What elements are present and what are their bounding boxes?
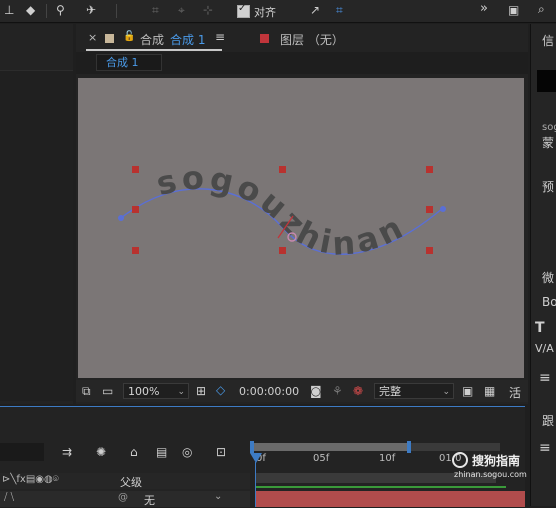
comp-breadcrumb-bar: 合成 1 bbox=[76, 52, 528, 74]
kerning-icon[interactable]: V/A bbox=[535, 342, 554, 355]
bbox-handle-bc bbox=[279, 247, 286, 254]
timeline-search-input[interactable] bbox=[0, 443, 44, 461]
layer-switch-icons[interactable]: ⧸ ⧹ bbox=[4, 492, 14, 503]
align-checkbox[interactable] bbox=[237, 3, 250, 18]
local-axis-icon[interactable]: ⌖ bbox=[178, 4, 185, 16]
zoom-value: 100% bbox=[128, 385, 160, 398]
composition-panel: × 🔓 合成 合成 1 ≡ 图层 （无） 合成 1 sogouzhinan ⧉ … bbox=[76, 24, 528, 404]
chevron-down-icon[interactable]: ⌄ bbox=[214, 491, 222, 502]
frame-blending-icon[interactable]: ▤ bbox=[156, 446, 167, 458]
timeline-panel: ⇉ ✺ ⌂ ▤ ◎ ⊡ 0f 05f 10f 01:0 ⊳╲fx▤◉◍⌾ 父级 … bbox=[0, 406, 525, 507]
project-panel bbox=[0, 24, 73, 404]
watermark-url: zhinan.sogou.com bbox=[454, 470, 527, 479]
bbox-handle-ml bbox=[132, 206, 139, 213]
grid-icon[interactable]: ⊞ bbox=[196, 385, 206, 397]
puppet-pin-icon[interactable]: ✈ bbox=[86, 4, 96, 16]
world-axis-icon[interactable]: ⊹ bbox=[203, 4, 213, 16]
tick-label: 05f bbox=[313, 453, 330, 464]
layer-column-header: ⊳╲fx▤◉◍⌾ 父级 bbox=[0, 473, 250, 489]
bbox-handle-tr bbox=[426, 166, 433, 173]
timecode[interactable]: 0:00:00:00 bbox=[239, 385, 299, 398]
composition-viewer[interactable]: sogouzhinan bbox=[78, 78, 524, 378]
snapshot-icon[interactable]: ◙ bbox=[310, 385, 322, 397]
project-list bbox=[0, 70, 73, 401]
comp-mini-flowchart-icon[interactable]: ⇉ bbox=[62, 446, 72, 458]
cache-indicator bbox=[256, 486, 506, 488]
region-of-interest-icon[interactable]: ▣ bbox=[462, 385, 473, 397]
watermark-brand: 搜狗指南 bbox=[472, 454, 521, 468]
tab-comp-1[interactable]: 合成 1 bbox=[170, 31, 205, 48]
bbox-handle-bl bbox=[132, 247, 139, 254]
show-snapshot-icon[interactable]: ⚘ bbox=[332, 385, 343, 397]
transparency-grid-icon[interactable]: ▦ bbox=[484, 385, 495, 397]
chevron-down-icon: ⌄ bbox=[442, 387, 450, 397]
align-label: 对齐 bbox=[254, 6, 276, 19]
sogou-label: sog bbox=[542, 122, 556, 133]
layer-duration-bar[interactable] bbox=[256, 491, 525, 507]
zoom-dropdown[interactable]: 100% ⌄ bbox=[123, 383, 189, 399]
mask-visibility-icon[interactable]: ◇ bbox=[216, 384, 225, 396]
bbox-handle-br bbox=[426, 247, 433, 254]
color-channel-icon[interactable]: ❁ bbox=[353, 385, 363, 397]
bbox-handle-mr bbox=[426, 206, 433, 213]
lock-icon[interactable]: 🔓 bbox=[123, 31, 135, 42]
viewer-canvas: sogouzhinan bbox=[118, 158, 446, 263]
layer-color-swatch bbox=[260, 34, 269, 43]
shy-layers-icon[interactable]: ⌂ bbox=[130, 446, 138, 458]
tracker-panel-label[interactable]: 跟 bbox=[542, 412, 554, 429]
layer-row[interactable]: ⧸ ⧹ @ 无 ⌄ bbox=[0, 491, 250, 507]
monitor-icon[interactable]: ▭ bbox=[102, 385, 113, 397]
tab-prefix: 合成 bbox=[140, 33, 165, 47]
comp-color-swatch bbox=[105, 34, 114, 43]
path-vertex-start bbox=[118, 215, 124, 221]
panel-menu-icon[interactable]: ≡ bbox=[539, 370, 551, 386]
tick-label: 10f bbox=[379, 453, 396, 464]
font-label: 蒙 bbox=[542, 136, 555, 150]
micro-label[interactable]: 微 bbox=[542, 269, 554, 286]
motion-blur-icon[interactable]: ◎ bbox=[182, 446, 192, 458]
preview-panel-label[interactable]: 预 bbox=[542, 178, 554, 195]
roto-brush-icon[interactable]: ⚲ bbox=[56, 4, 65, 16]
tab-menu-icon[interactable]: ≡ bbox=[215, 30, 225, 44]
bbox-handle-tl bbox=[132, 166, 139, 173]
workspace-icon[interactable]: ▣ bbox=[508, 4, 519, 16]
search-help-icon[interactable]: ⌕ bbox=[538, 3, 545, 15]
top-toolbar: ⊥ ◆ ⚲ ✈ ⌗ ⌖ ⊹ 对齐 ↗ ⌗ » ▣ ⌕ bbox=[0, 0, 556, 23]
bbox-handle-tc bbox=[279, 166, 286, 173]
eraser-tool-icon[interactable]: ◆ bbox=[26, 4, 35, 16]
always-preview-icon[interactable]: ⧉ bbox=[82, 385, 91, 397]
color-swatch bbox=[537, 70, 556, 92]
panel-menu-icon-2[interactable]: ≡ bbox=[539, 440, 551, 456]
switches-icons: ⊳╲fx▤◉◍⌾ bbox=[2, 474, 59, 485]
quality-value: 完整 bbox=[379, 385, 401, 398]
stamp-tool-icon[interactable]: ⊥ bbox=[4, 4, 14, 16]
right-panel: 信 sog 蒙 预 微 Bo T V/A ≡ 跟 ≡ bbox=[530, 24, 556, 506]
axis-tool-icon[interactable]: ⌗ bbox=[152, 4, 159, 16]
expand-icon[interactable]: » bbox=[480, 2, 488, 15]
close-tab-icon[interactable]: × bbox=[88, 31, 97, 44]
active-camera-label[interactable]: 活 bbox=[509, 384, 521, 401]
comp-tab-bar: × 🔓 合成 合成 1 ≡ 图层 （无） bbox=[76, 24, 528, 52]
sogou-logo-icon bbox=[452, 452, 468, 468]
layer-panel-tab[interactable]: 图层 （无） bbox=[280, 31, 344, 48]
info-panel-label[interactable]: 信 bbox=[542, 32, 554, 49]
quality-dropdown[interactable]: 完整 ⌄ bbox=[374, 383, 454, 399]
pickwhip-icon[interactable]: @ bbox=[118, 492, 128, 503]
path-vertex-end bbox=[440, 206, 446, 212]
watermark: 搜狗指南 zhinan.sogou.com bbox=[452, 450, 532, 484]
chevron-down-icon: ⌄ bbox=[177, 387, 185, 397]
draft-3d-icon[interactable]: ✺ bbox=[96, 446, 106, 458]
snap-icon[interactable]: ↗ bbox=[310, 4, 320, 16]
viewer-controls: ⧉ ▭ 100% ⌄ ⊞ ◇ 0:00:00:00 ◙ ⚘ ❁ 完整 ⌄ ▣ ▦ 活 bbox=[76, 380, 528, 402]
graph-editor-icon[interactable]: ⊡ bbox=[216, 446, 226, 458]
comp-breadcrumb[interactable]: 合成 1 bbox=[96, 54, 162, 71]
parent-column-header: 父级 bbox=[120, 476, 142, 489]
font-style-label[interactable]: Bo bbox=[542, 295, 556, 309]
text-size-icon[interactable]: T bbox=[535, 320, 545, 336]
snap-options-icon[interactable]: ⌗ bbox=[336, 4, 343, 16]
